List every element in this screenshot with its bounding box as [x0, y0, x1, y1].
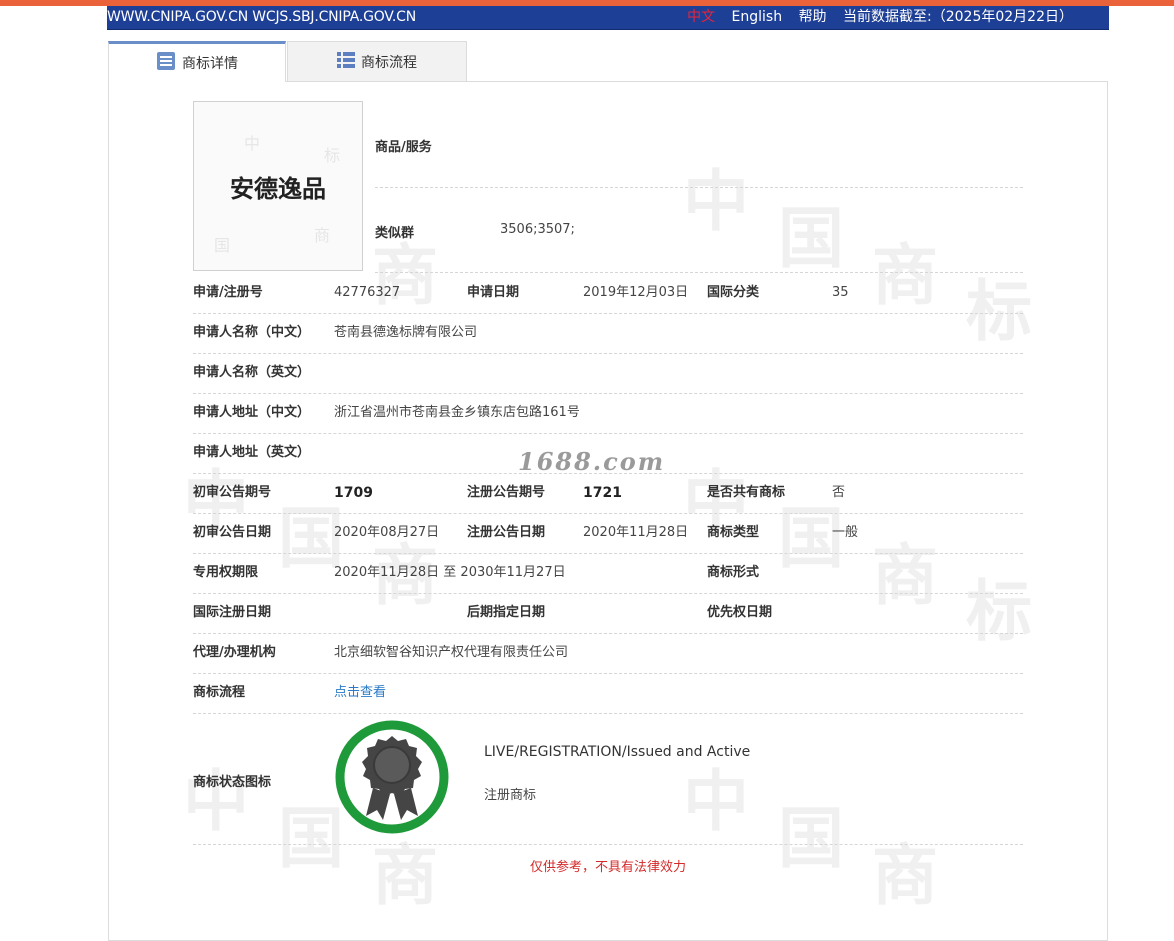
app-date-value: 2019年12月03日	[583, 285, 689, 300]
status-english-text: LIVE/REGISTRATION/Issued and Active	[484, 744, 751, 760]
status-chinese-text: 注册商标	[484, 788, 537, 803]
row-term: 专用权期限 2020年11月28日 至 2030年11月27日 商标形式	[193, 553, 1023, 593]
prelim-date-label: 初审公告日期	[193, 525, 272, 540]
row-announcement-date: 初审公告日期 2020年08月27日 注册公告日期 2020年11月28日 商标…	[193, 513, 1023, 553]
registered-award-icon	[333, 718, 451, 836]
goods-services-label: 商品/服务	[375, 140, 432, 155]
reg-pub-no-value: 1721	[583, 485, 622, 501]
mark-type-label: 商标类型	[707, 525, 760, 540]
trademark-image[interactable]: 中 国 商 标 安德逸品	[193, 101, 363, 271]
shared-label: 是否共有商标	[707, 485, 786, 500]
document-icon	[156, 51, 176, 75]
intl-class-label: 国际分类	[707, 285, 760, 300]
intl-class-value: 35	[832, 285, 849, 300]
view-process-link[interactable]: 点击查看	[334, 673, 386, 713]
address-cn-label: 申请人地址（中文）	[193, 405, 311, 420]
prelim-no-label: 初审公告期号	[193, 485, 272, 500]
row-applicant-cn: 申请人名称（中文） 苍南县德逸标牌有限公司	[193, 313, 1023, 353]
tab-trademark-details[interactable]: 商标详情	[108, 41, 286, 82]
similar-group-label: 类似群	[375, 226, 415, 241]
header-bar: WWW.CNIPA.GOV.CN WCJS.SBJ.CNIPA.GOV.CN 中…	[107, 6, 1109, 30]
row-status: 商标状态图标 LIVE/REGISTRATION/Issued and Acti…	[193, 714, 1023, 844]
reg-no-value: 42776327	[334, 285, 401, 300]
address-en-label: 申请人地址（英文）	[193, 445, 311, 460]
row-process: 商标流程 点击查看	[193, 673, 1023, 713]
trademark-image-text: 安德逸品	[230, 173, 326, 203]
applicant-cn-label: 申请人名称（中文）	[193, 325, 311, 340]
shared-value: 否	[832, 485, 846, 500]
applicant-cn-value: 苍南县德逸标牌有限公司	[334, 325, 478, 340]
row-registration: 申请/注册号 42776327 申请日期 2019年12月03日 国际分类 35	[193, 273, 1023, 313]
site-urls: WWW.CNIPA.GOV.CN WCJS.SBJ.CNIPA.GOV.CN	[107, 9, 416, 25]
row-announcement-no: 初审公告期号 1709 注册公告期号 1721 是否共有商标 否	[193, 473, 1023, 513]
agent-label: 代理/办理机构	[193, 645, 276, 660]
reg-pub-date-label: 注册公告日期	[467, 525, 546, 540]
similar-group-value: 3506;3507;	[500, 222, 575, 237]
mark-form-label: 商标形式	[707, 565, 760, 580]
reg-pub-date-value: 2020年11月28日	[583, 525, 689, 540]
help-link[interactable]: 帮助	[799, 9, 827, 25]
header-links: 中文 English 帮助 当前数据截至:（2025年02月22日）	[675, 6, 1073, 29]
lang-zh-link[interactable]: 中文	[687, 9, 715, 25]
reg-no-label: 申请/注册号	[193, 285, 263, 300]
data-date-text: 当前数据截至:（2025年02月22日）	[843, 9, 1073, 25]
agent-value: 北京细软智谷知识产权代理有限责任公司	[334, 645, 569, 660]
divider	[193, 844, 1023, 845]
address-cn-value: 浙江省温州市苍南县金乡镇东店包路161号	[334, 405, 580, 420]
tab-process-label: 商标流程	[361, 54, 417, 71]
status-icon-label: 商标状态图标	[193, 775, 272, 790]
lang-en-link[interactable]: English	[732, 9, 783, 25]
legal-disclaimer: 仅供参考，不具有法律效力	[529, 860, 686, 875]
later-date-label: 后期指定日期	[467, 605, 546, 620]
process-label: 商标流程	[193, 685, 246, 700]
tab-trademark-process[interactable]: 商标流程	[287, 41, 467, 81]
mark-type-value: 一般	[832, 525, 859, 540]
priority-date-label: 优先权日期	[707, 605, 773, 620]
site-watermark: 1688.com	[518, 447, 666, 476]
row-agent: 代理/办理机构 北京细软智谷知识产权代理有限责任公司	[193, 633, 1023, 673]
app-date-label: 申请日期	[467, 285, 520, 300]
intl-reg-date-label: 国际注册日期	[193, 605, 272, 620]
divider	[375, 187, 1023, 188]
prelim-date-value: 2020年08月27日	[334, 525, 440, 540]
tab-details-label: 商标详情	[182, 56, 238, 72]
reg-pub-no-label: 注册公告期号	[467, 485, 546, 500]
row-applicant-en: 申请人名称（英文）	[193, 353, 1023, 393]
prelim-no-value: 1709	[334, 485, 373, 501]
applicant-en-label: 申请人名称（英文）	[193, 365, 311, 380]
row-dates: 国际注册日期 后期指定日期 优先权日期	[193, 593, 1023, 633]
term-label: 专用权期限	[193, 565, 259, 580]
term-value: 2020年11月28日 至 2030年11月27日	[334, 565, 566, 580]
list-icon	[337, 51, 355, 73]
row-address-cn: 申请人地址（中文） 浙江省温州市苍南县金乡镇东店包路161号	[193, 393, 1023, 433]
